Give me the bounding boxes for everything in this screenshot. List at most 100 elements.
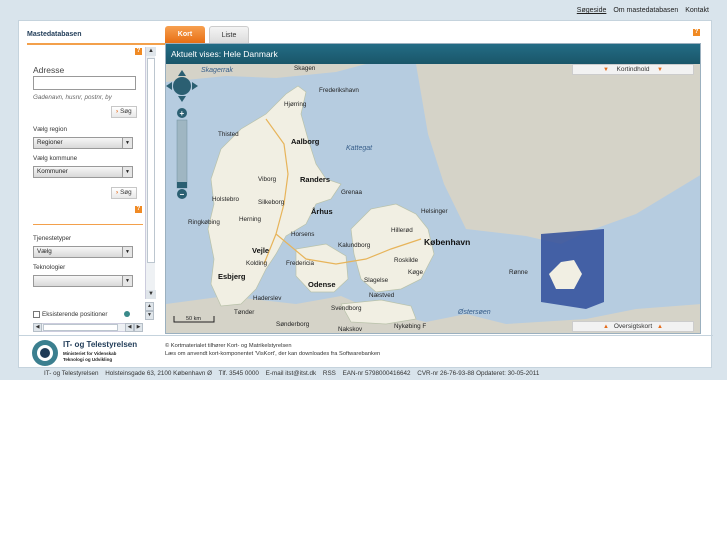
tab-kort[interactable]: Kort — [165, 26, 205, 43]
label-skagen: Skagen — [294, 65, 316, 72]
sidebar-title: Mastedatabasen — [27, 31, 175, 45]
label-herning: Herning — [239, 216, 262, 223]
label-slagelse: Slagelse — [364, 277, 389, 284]
scroll-left-icon[interactable]: ◀ — [125, 323, 134, 332]
label-ringkobing: Ringkøbing — [188, 219, 220, 226]
address-input[interactable] — [33, 76, 136, 90]
tjenestetyper-select-value: Vælg — [37, 248, 52, 255]
chevron-right-icon: › — [116, 108, 119, 115]
scroll-thumb[interactable] — [147, 58, 155, 263]
sidebar-scrollbar[interactable]: ▲ ▼ — [145, 47, 156, 299]
chevron-right-icon: › — [116, 189, 119, 196]
teknologier-label: Teknologier — [33, 264, 66, 271]
region-label: Vælg region — [33, 126, 67, 133]
teknologier-select[interactable]: ▼ — [33, 275, 133, 287]
viskort-text: Læs om anvendt kort-komponentet 'VisKort… — [165, 351, 381, 357]
help-icon[interactable]: ? — [693, 29, 700, 36]
position-dot-icon — [124, 311, 130, 317]
zoom-slider[interactable]: + − — [176, 108, 188, 199]
link-sogeside[interactable]: Søgeside — [577, 7, 607, 14]
link-om-mastedatabasen[interactable]: Om mastedatabasen — [613, 7, 678, 14]
chevron-up-icon: ▲ — [603, 324, 609, 330]
search-button[interactable]: › Søg — [111, 106, 137, 118]
scroll-left-icon[interactable]: ◀ — [33, 323, 42, 332]
help-icon[interactable]: ? — [135, 48, 142, 55]
chevron-up-icon: ▲ — [657, 324, 663, 330]
tjenestetyper-select[interactable]: Vælg ▼ — [33, 246, 133, 258]
label-kalundborg: Kalundborg — [338, 242, 371, 249]
region-select-value: Regioner — [37, 139, 63, 146]
label-koge: Køge — [408, 269, 424, 276]
oversigtskort-button[interactable]: ▲ Oversigtskort ▲ — [572, 321, 694, 332]
label-holstebro: Holstebro — [212, 196, 239, 203]
scroll-up-icon[interactable]: ▲ — [145, 302, 154, 311]
address-cvr: CVR-nr 26-76-93-88 Opdateret: 30-05-2011 — [417, 370, 540, 377]
label-silkeborg: Silkeborg — [258, 199, 285, 206]
address-bar: IT- og Telestyrelsen Holsteinsgade 63, 2… — [44, 370, 544, 377]
search-button-2[interactable]: › Søg — [111, 187, 137, 199]
label-kolding: Kolding — [246, 260, 268, 267]
kommune-select-value: Kommuner — [37, 168, 68, 175]
logo-subtitle-2: Teknologi og Udvikling — [63, 357, 113, 362]
kommune-label: Vælg kommune — [33, 155, 78, 162]
scroll-up-icon[interactable]: ▲ — [146, 47, 156, 56]
label-roskilde: Roskilde — [394, 257, 419, 264]
copyright-text: © Kortmaterialet tilhører Kort- og Matri… — [165, 343, 292, 349]
scroll-down-icon[interactable]: ▼ — [146, 290, 156, 299]
address-ean: EAN-nr 5798000416642 — [342, 370, 411, 377]
label-vejle: Vejle — [252, 246, 269, 255]
zoom-handle[interactable] — [177, 182, 187, 188]
horizontal-scroll-thumb[interactable] — [43, 324, 118, 331]
chevron-down-icon: ▼ — [122, 276, 132, 286]
region-select[interactable]: Regioner ▼ — [33, 137, 133, 149]
label-aalborg: Aalborg — [291, 137, 320, 146]
logo-title: IT- og Telestyrelsen — [63, 340, 138, 349]
label-hjorring: Hjørring — [284, 101, 307, 108]
search-button-2-label: Søg — [120, 189, 132, 196]
label-frederikshavn: Frederikshavn — [319, 87, 359, 94]
label-thisted: Thisted — [218, 131, 239, 138]
label-fredericia: Fredericia — [286, 260, 314, 267]
zoom-track[interactable] — [176, 119, 188, 189]
label-ronne: Rønne — [509, 269, 528, 276]
map-header: Aktuelt vises: Hele Danmark — [166, 44, 700, 64]
crown-logo-icon — [32, 340, 58, 366]
existing-positions-checkbox[interactable] — [33, 311, 40, 318]
label-tonder: Tønder — [234, 309, 254, 316]
label-svendborg: Svendborg — [331, 305, 362, 312]
tab-liste[interactable]: Liste — [209, 26, 249, 43]
address-label: Adresse — [33, 65, 65, 75]
chevron-down-icon: ▼ — [122, 167, 132, 177]
kommune-select[interactable]: Kommuner ▼ — [33, 166, 133, 178]
address-rss[interactable]: RSS — [323, 370, 336, 377]
address-phone: Tlf. 3545 0000 — [218, 370, 259, 377]
scroll-down-icon[interactable]: ▼ — [145, 311, 154, 320]
label-sonderborg: Sønderborg — [276, 321, 310, 328]
scroll-right-icon[interactable]: ▶ — [134, 323, 143, 332]
label-haderslev: Haderslev — [253, 295, 282, 302]
oversigtskort-label: Oversigtskort — [613, 323, 653, 330]
kortindhold-button[interactable]: ▼ Kortindhold ▼ — [572, 64, 694, 75]
label-horsens: Horsens — [291, 231, 314, 238]
label-skagerrak: Skagerrak — [201, 67, 233, 74]
logo: IT- og Telestyrelsen Ministeriet for Vid… — [29, 335, 159, 369]
top-links: Søgeside Om mastedatabasen Kontakt — [572, 7, 709, 14]
label-ostersoen: Østersøen — [457, 309, 491, 316]
label-helsinger: Helsinger — [421, 208, 448, 215]
sidebar: Mastedatabasen ? ▲ ▼ Adresse Gadenavn, h… — [27, 29, 175, 332]
search-button-label: Søg — [120, 108, 132, 115]
label-kattegat: Kattegat — [346, 145, 373, 152]
address-hint: Gadenavn, husnr, postnr, by — [33, 94, 112, 101]
logo-subtitle-1: Ministeriet for Videnskab — [63, 351, 117, 356]
link-kontakt[interactable]: Kontakt — [685, 7, 709, 14]
pan-circle[interactable] — [173, 77, 191, 95]
label-viborg: Viborg — [258, 176, 277, 183]
label-naestved: Næstved — [369, 292, 395, 299]
label-esbjerg: Esbjerg — [218, 272, 246, 281]
scale-label: 50 km — [186, 316, 201, 322]
kortindhold-label: Kortindhold — [616, 66, 650, 73]
address-email[interactable]: E-mail itst@itst.dk — [266, 370, 316, 377]
help-icon[interactable]: ? — [135, 206, 142, 213]
address-org: IT- og Telestyrelsen — [44, 370, 99, 377]
map-canvas[interactable]: Skagerrak Skagen Frederikshavn Hjørring … — [166, 64, 701, 334]
